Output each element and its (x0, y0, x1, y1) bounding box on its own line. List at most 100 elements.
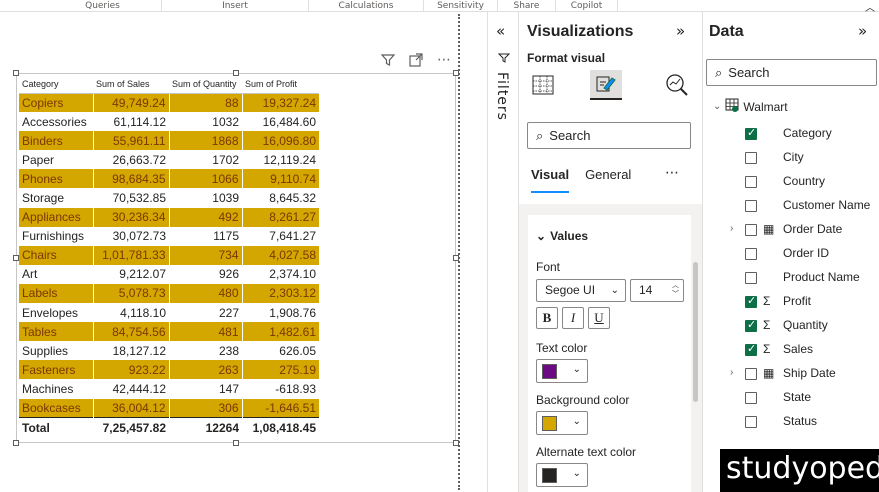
table-row[interactable]: Storage 70,532.85 1039 8,645.32 (19, 188, 319, 208)
column-header-quantity[interactable]: Sum of Quantity (169, 76, 242, 94)
chevron-right-icon[interactable]: › (730, 367, 733, 378)
spin-arrows-icon[interactable]: ︿ ﹀ (672, 281, 679, 299)
resize-handle[interactable] (233, 440, 239, 446)
column-header-category[interactable]: Category (19, 76, 93, 94)
field-checkbox[interactable] (745, 272, 757, 284)
field-checkbox[interactable] (745, 368, 757, 380)
cell-sales: 30,072.73 (93, 226, 169, 246)
table-row[interactable]: Bookcases 36,004.12 306 -1,646.51 (19, 398, 319, 418)
field-name: State (783, 390, 812, 404)
field-checkbox[interactable] (745, 416, 757, 428)
cell-sales: 26,663.72 (93, 150, 169, 170)
format-pane-scrollbar[interactable] (693, 262, 698, 402)
build-visual-icon[interactable] (527, 70, 559, 100)
table-row[interactable]: Art 9,212.07 926 2,374.10 (19, 264, 319, 284)
data-pane: Data » ⌕ Search ⌄ Walmart Category City Co… (702, 12, 879, 492)
field-name: Category (783, 126, 832, 140)
visualizations-pane: Visualizations » Format visual ⌕ Search … (519, 12, 702, 492)
resize-handle[interactable] (453, 255, 459, 261)
resize-handle[interactable] (13, 440, 19, 446)
field-checkbox[interactable] (745, 200, 757, 212)
alternate-text-color-picker[interactable]: ⌄ (536, 463, 588, 487)
cell-category: Accessories (19, 112, 93, 132)
font-size-stepper[interactable]: 14 ︿ ﹀ (630, 279, 684, 302)
more-options-icon[interactable]: ⋯ (665, 165, 679, 181)
field-item[interactable]: Status (703, 410, 879, 434)
field-checkbox[interactable] (745, 152, 757, 164)
cell-category: Envelopes (19, 303, 93, 323)
field-item[interactable]: State (703, 386, 879, 410)
table-row[interactable]: Supplies 18,127.12 238 626.05 (19, 341, 319, 361)
table-row[interactable]: Accessories 61,114.12 1032 16,484.60 (19, 112, 319, 132)
font-family-select[interactable]: Segoe UI ⌄ (536, 279, 626, 302)
data-search-input[interactable]: ⌕ Search (706, 59, 877, 86)
bold-button[interactable]: B (536, 307, 558, 329)
table-row[interactable]: Copiers 49,749.24 88 19,327.24 (19, 93, 319, 113)
resize-handle[interactable] (453, 70, 459, 76)
field-checkbox[interactable] (745, 224, 757, 236)
field-item[interactable]: Product Name (703, 266, 879, 290)
ribbon-group-calculations: Calculations (309, 0, 424, 12)
collapse-data-icon[interactable]: » (858, 22, 867, 40)
cell-profit: 2,303.12 (241, 283, 319, 304)
field-checkbox[interactable] (745, 294, 757, 308)
table-row[interactable]: Chairs 1,01,781.33 734 4,027.58 (19, 245, 319, 265)
expand-filters-icon[interactable]: « (496, 22, 505, 40)
resize-handle[interactable] (453, 440, 459, 446)
underline-button[interactable]: U (588, 307, 610, 329)
chevron-right-icon[interactable]: › (730, 223, 733, 234)
values-section-header[interactable]: ⌄ Values (536, 229, 588, 243)
cell-category: Art (19, 264, 93, 284)
table-row[interactable]: Labels 5,078.73 480 2,303.12 (19, 283, 319, 304)
table-row[interactable]: Binders 55,961.11 1868 16,096.80 (19, 131, 319, 151)
filters-label[interactable]: Filters (494, 72, 510, 121)
total-label: Total (19, 417, 93, 438)
values-section-title: Values (550, 229, 589, 243)
italic-button[interactable]: I (562, 307, 584, 329)
cell-sales: 9,212.07 (93, 264, 169, 284)
cell-sales: 49,749.24 (92, 93, 169, 113)
column-header-profit[interactable]: Sum of Profit (242, 76, 319, 94)
cell-quantity: 1175 (169, 226, 242, 246)
format-search-input[interactable]: ⌕ Search (527, 122, 691, 149)
table-node-walmart[interactable]: ⌄ Walmart (713, 98, 788, 115)
field-item[interactable]: Category (703, 122, 879, 146)
field-item[interactable]: City (703, 146, 879, 170)
cell-profit: 8,645.32 (242, 188, 319, 208)
cell-quantity: 480 (168, 283, 242, 304)
field-item[interactable]: Σ Profit (703, 290, 879, 314)
table-row[interactable]: Phones 98,684.35 1066 9,110.74 (19, 169, 319, 189)
field-checkbox[interactable] (745, 248, 757, 260)
table-row[interactable]: Tables 84,754.56 481 1,482.61 (19, 322, 319, 342)
field-item[interactable]: › ▦ Ship Date (703, 362, 879, 386)
field-checkbox[interactable] (745, 126, 757, 140)
field-item[interactable]: Customer Name (703, 194, 879, 218)
field-item[interactable]: Σ Sales (703, 338, 879, 362)
table-row[interactable]: Paper 26,663.72 1702 12,119.24 (19, 150, 319, 170)
table-row[interactable]: Appliances 30,236.34 492 8,261.27 (19, 207, 319, 227)
text-color-picker[interactable]: ⌄ (536, 359, 588, 383)
table-row[interactable]: Fasteners 923.22 263 275.19 (19, 360, 319, 380)
field-item[interactable]: › ▦ Order Date (703, 218, 879, 242)
field-checkbox[interactable] (745, 176, 757, 188)
collapse-visualizations-icon[interactable]: » (676, 22, 685, 40)
field-item[interactable]: Σ Quantity (703, 314, 879, 338)
more-options-icon[interactable]: ⋯ (436, 52, 452, 68)
field-item[interactable]: Country (703, 170, 879, 194)
field-checkbox[interactable] (745, 342, 757, 356)
table-row[interactable]: Machines 42,444.12 147 -618.93 (19, 379, 319, 399)
field-checkbox[interactable] (745, 392, 757, 404)
table-row[interactable]: Envelopes 4,118.10 227 1,908.76 (19, 303, 319, 323)
tab-general[interactable]: General (585, 167, 631, 193)
field-checkbox[interactable] (745, 318, 757, 332)
tab-visual[interactable]: Visual (531, 167, 570, 193)
background-color-picker[interactable]: ⌄ (536, 411, 588, 435)
format-visual-icon[interactable] (590, 70, 622, 100)
column-header-sales[interactable]: Sum of Sales (93, 76, 169, 94)
filters-pane-collapsed[interactable]: « Filters (487, 12, 519, 492)
analytics-icon[interactable] (661, 70, 693, 100)
field-item[interactable]: Order ID (703, 242, 879, 266)
table-row[interactable]: Furnishings 30,072.73 1175 7,641.27 (19, 226, 319, 246)
focus-mode-icon[interactable] (408, 52, 424, 68)
filter-icon[interactable] (380, 52, 396, 68)
